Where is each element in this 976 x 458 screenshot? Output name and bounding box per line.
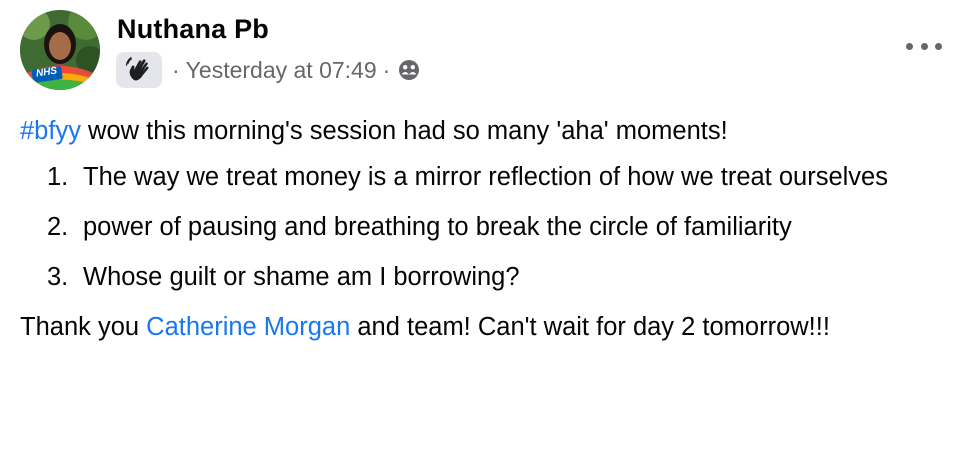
list-item-text: Whose guilt or shame am I borrowing? — [83, 263, 520, 291]
waving-hand-icon[interactable] — [116, 52, 162, 88]
friends-audience-icon[interactable] — [398, 59, 420, 81]
post-header: NHS Nuthana Pb · Yesterday at 07:49 · — [20, 10, 960, 94]
author-name[interactable]: Nuthana Pb — [117, 14, 269, 45]
separator-dot: · — [172, 56, 180, 83]
list-number: 1. — [47, 163, 69, 191]
list-item-text: power of pausing and breathing to break … — [83, 213, 792, 241]
list-item: 1. The way we treat money is a mirror re… — [47, 158, 960, 196]
list-item-text: The way we treat money is a mirror refle… — [83, 163, 888, 191]
more-dot — [906, 42, 913, 50]
hashtag-link[interactable]: #bfyy — [20, 117, 81, 145]
post-body: #bfyy wow this morning's session had so … — [20, 112, 960, 346]
post-intro: #bfyy wow this morning's session had so … — [20, 112, 960, 150]
mention-link[interactable]: Catherine Morgan — [146, 313, 350, 341]
post-meta: · Yesterday at 07:49 · — [116, 52, 420, 88]
separator-dot: · — [382, 56, 391, 83]
post-closing: Thank you Catherine Morgan and team! Can… — [20, 308, 840, 346]
more-dot — [935, 42, 942, 50]
numbered-list: 1. The way we treat money is a mirror re… — [20, 158, 960, 296]
more-options-icon[interactable] — [906, 36, 942, 56]
list-number: 2. — [47, 213, 69, 241]
facebook-post: NHS Nuthana Pb · Yesterday at 07:49 · #b… — [0, 0, 976, 458]
list-item: 2. power of pausing and breathing to bre… — [47, 208, 960, 246]
more-dot — [920, 42, 928, 50]
list-item: 3. Whose guilt or shame am I borrowing? — [47, 258, 960, 296]
closing-text-start: Thank you — [20, 313, 147, 341]
post-timestamp[interactable]: Yesterday at 07:49 — [186, 57, 377, 84]
closing-text-end: and team! Can't wait for day 2 tomorrow!… — [350, 313, 830, 341]
intro-text: wow this morning's session had so many '… — [80, 117, 728, 145]
list-number: 3. — [47, 263, 69, 291]
avatar-image — [20, 10, 100, 90]
avatar[interactable]: NHS — [20, 10, 100, 90]
